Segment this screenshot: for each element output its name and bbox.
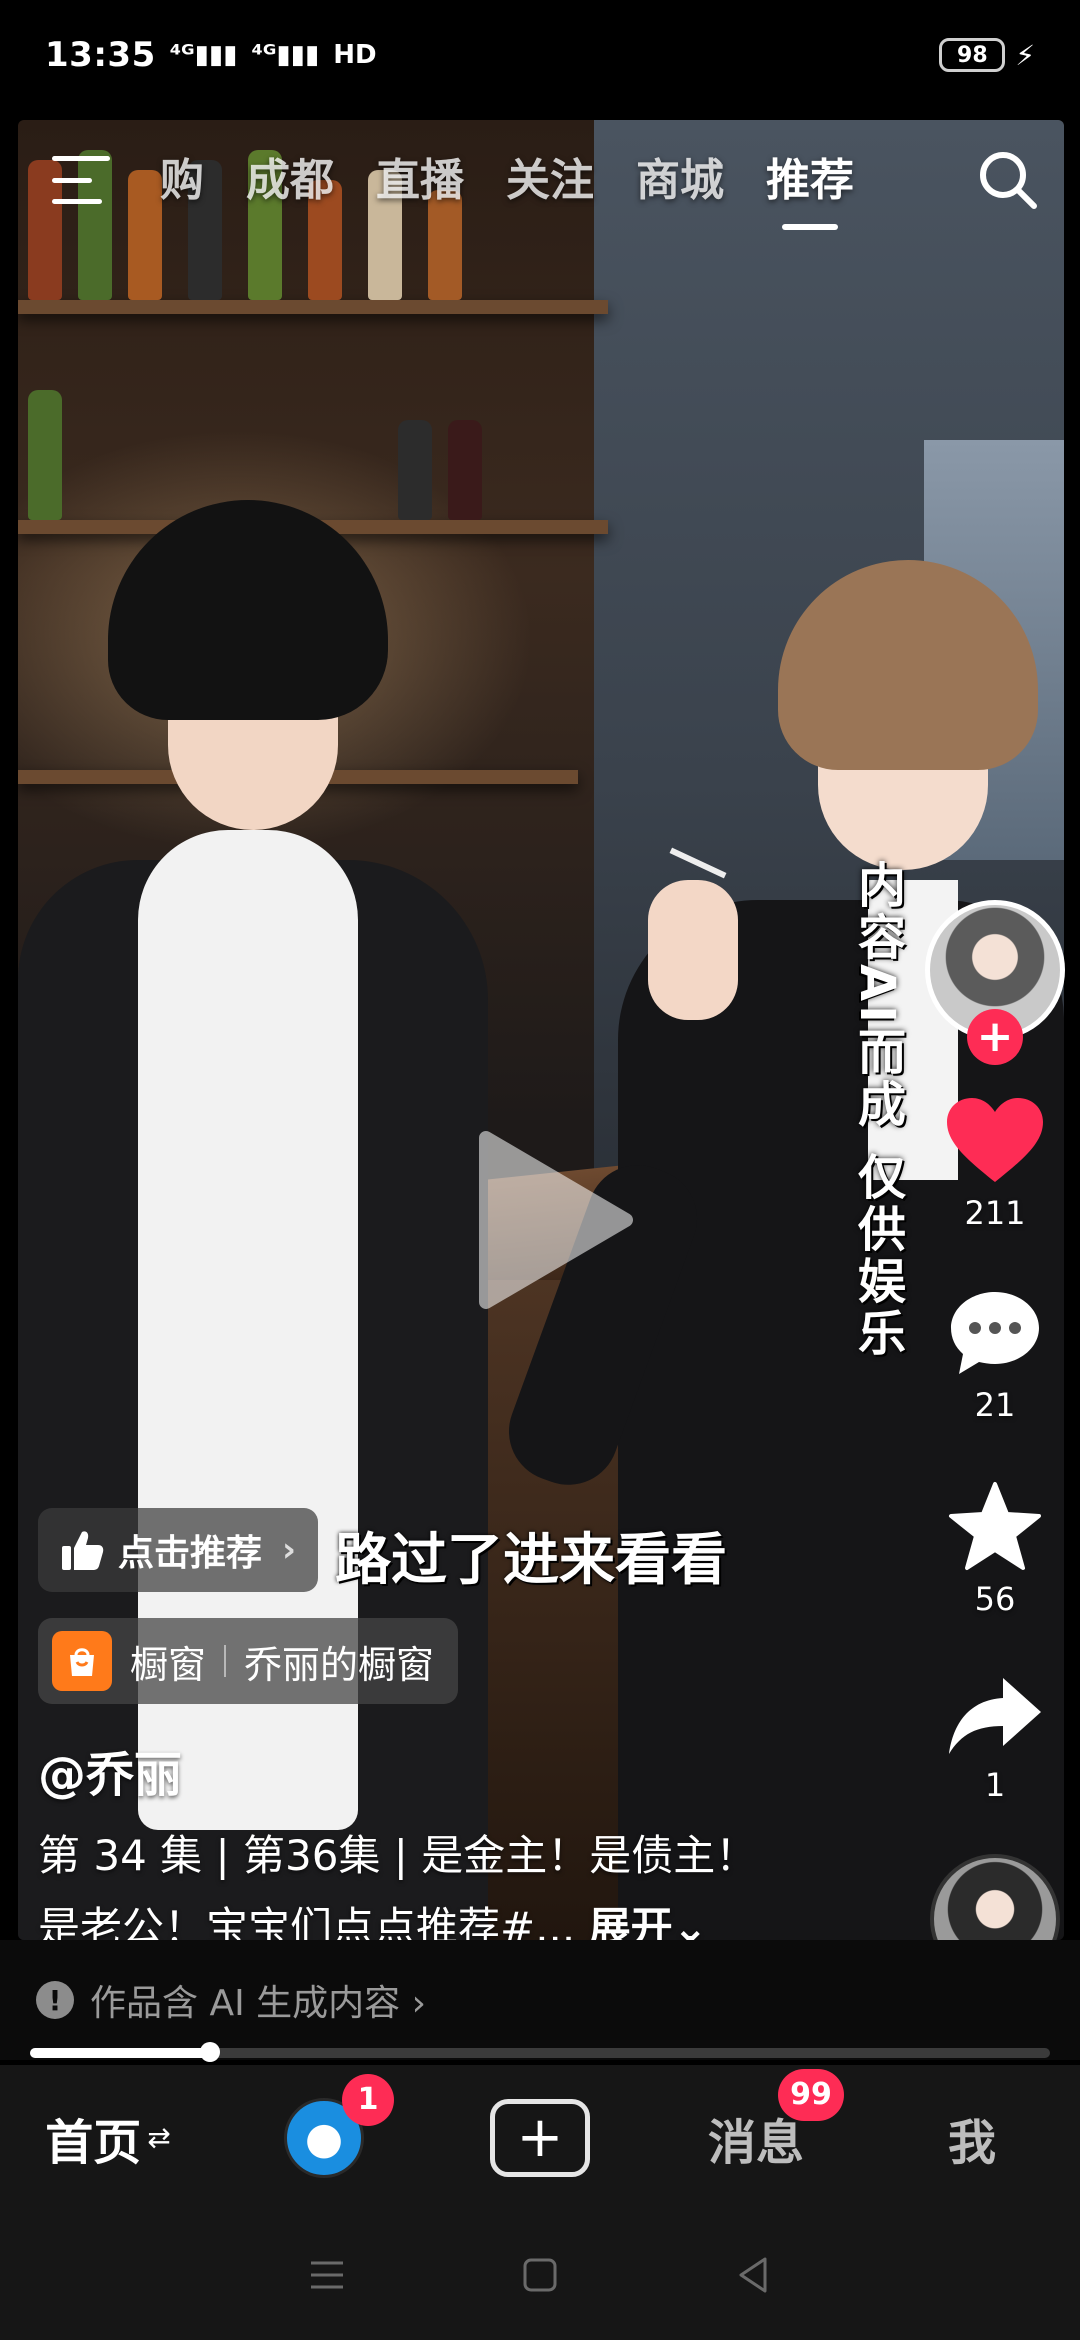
video-subtitle: 路过了进来看看: [335, 1528, 727, 1593]
top-nav: 购 成都 直播 关注 商城 推荐: [0, 120, 1080, 240]
like-button[interactable]: 211: [945, 1096, 1045, 1232]
like-count: 211: [964, 1194, 1026, 1232]
info-icon: !: [36, 1981, 74, 2019]
tab-chengdu[interactable]: 成都: [246, 144, 334, 216]
shop-window-chip[interactable]: 橱窗 乔丽的橱窗: [38, 1618, 459, 1704]
comment-count: 21: [974, 1386, 1016, 1424]
tab-shopping[interactable]: 购: [160, 144, 204, 216]
search-icon[interactable]: [976, 148, 1040, 212]
signal-icon-1: ⁴ᴳ▮▮▮: [169, 40, 238, 70]
comment-icon: [951, 1292, 1039, 1374]
nav-me[interactable]: 我: [864, 2103, 1080, 2173]
description-line-1: 第 34 集 | 第36集 | 是金主！是债主！: [38, 1831, 758, 1880]
tab-mall[interactable]: 商城: [636, 144, 724, 216]
ai-content-notice[interactable]: ! 作品含 AI 生成内容 ›: [0, 1940, 1080, 2060]
shop-window-label: 橱窗: [130, 1642, 207, 1687]
back-icon[interactable]: [733, 2255, 773, 2295]
recommend-button[interactable]: 点击推荐 ›: [38, 1508, 319, 1592]
signal-indicators: ⁴ᴳ▮▮▮ ⁴ᴳ▮▮▮ HD: [170, 40, 377, 70]
tab-following[interactable]: 关注: [506, 144, 594, 216]
action-rail: + 211 21 56 1: [920, 900, 1070, 1984]
video-progress-bar[interactable]: [30, 2042, 1050, 2062]
nav-me-label: 我: [947, 2114, 996, 2171]
tab-recommended[interactable]: 推荐: [766, 144, 854, 230]
follow-plus-icon[interactable]: +: [967, 1009, 1023, 1065]
favorite-count: 56: [974, 1580, 1016, 1618]
status-bar: 13:35 ⁴ᴳ▮▮▮ ⁴ᴳ▮▮▮ HD 98 ⚡: [0, 0, 1080, 110]
charging-icon: ⚡: [1015, 38, 1035, 72]
divider: [224, 1645, 227, 1677]
character-left: [18, 500, 498, 1940]
share-count: 1: [984, 1766, 1006, 1804]
shopping-bag-icon: [52, 1631, 112, 1691]
share-icon: [949, 1678, 1041, 1754]
thumbs-up-icon: [62, 1531, 104, 1570]
comment-button[interactable]: 21: [947, 1288, 1043, 1424]
nav-messages[interactable]: 消息 99: [648, 2068, 864, 2173]
channel-tabs: 购 成都 直播 关注 商城 推荐: [160, 144, 854, 230]
author-name[interactable]: @乔丽: [38, 1735, 182, 1805]
ai-notice-text: 作品含 AI 生成内容 ›: [90, 1983, 426, 2024]
nav-friends[interactable]: 1: [216, 2073, 432, 2178]
nav-home-label: 首页: [45, 2114, 142, 2171]
battery-level: 98: [957, 42, 988, 68]
author-avatar[interactable]: +: [925, 900, 1065, 1065]
tab-live[interactable]: 直播: [376, 144, 464, 216]
bar-shelf: [18, 300, 608, 314]
menu-icon[interactable]: [52, 156, 112, 204]
nav-home[interactable]: 首页 ⇄: [0, 2103, 216, 2173]
status-time: 13:35: [45, 35, 156, 75]
refresh-icon: ⇄: [147, 2121, 171, 2154]
plus-icon: +: [490, 2098, 590, 2177]
recent-apps-icon[interactable]: [307, 2255, 347, 2295]
recommend-label: 点击推荐: [118, 1533, 263, 1574]
play-icon[interactable]: [476, 1130, 636, 1310]
shop-name: 乔丽的橱窗: [244, 1642, 435, 1687]
star-icon: [949, 1482, 1041, 1570]
friends-badge: 1: [342, 2073, 394, 2126]
progress-fill: [30, 2048, 210, 2058]
ai-watermark-text: 内容AI而成 仅供娱乐: [849, 860, 905, 1360]
messages-badge: 99: [778, 2068, 844, 2121]
hd-label: HD: [333, 40, 377, 70]
nav-create[interactable]: +: [432, 2098, 648, 2177]
system-nav-bar: [0, 2210, 1080, 2340]
progress-handle[interactable]: [199, 2042, 220, 2062]
chevron-right-icon: ›: [282, 1530, 297, 1570]
bottom-nav: 首页 ⇄ 1 + 消息 99 我: [0, 2065, 1080, 2210]
heart-icon: [947, 1098, 1043, 1182]
home-icon[interactable]: [520, 2255, 560, 2295]
share-button[interactable]: 1: [945, 1674, 1045, 1804]
favorite-button[interactable]: 56: [947, 1480, 1043, 1618]
battery-icon: 98: [939, 38, 1006, 72]
signal-icon-2: ⁴ᴳ▮▮▮: [251, 40, 320, 70]
